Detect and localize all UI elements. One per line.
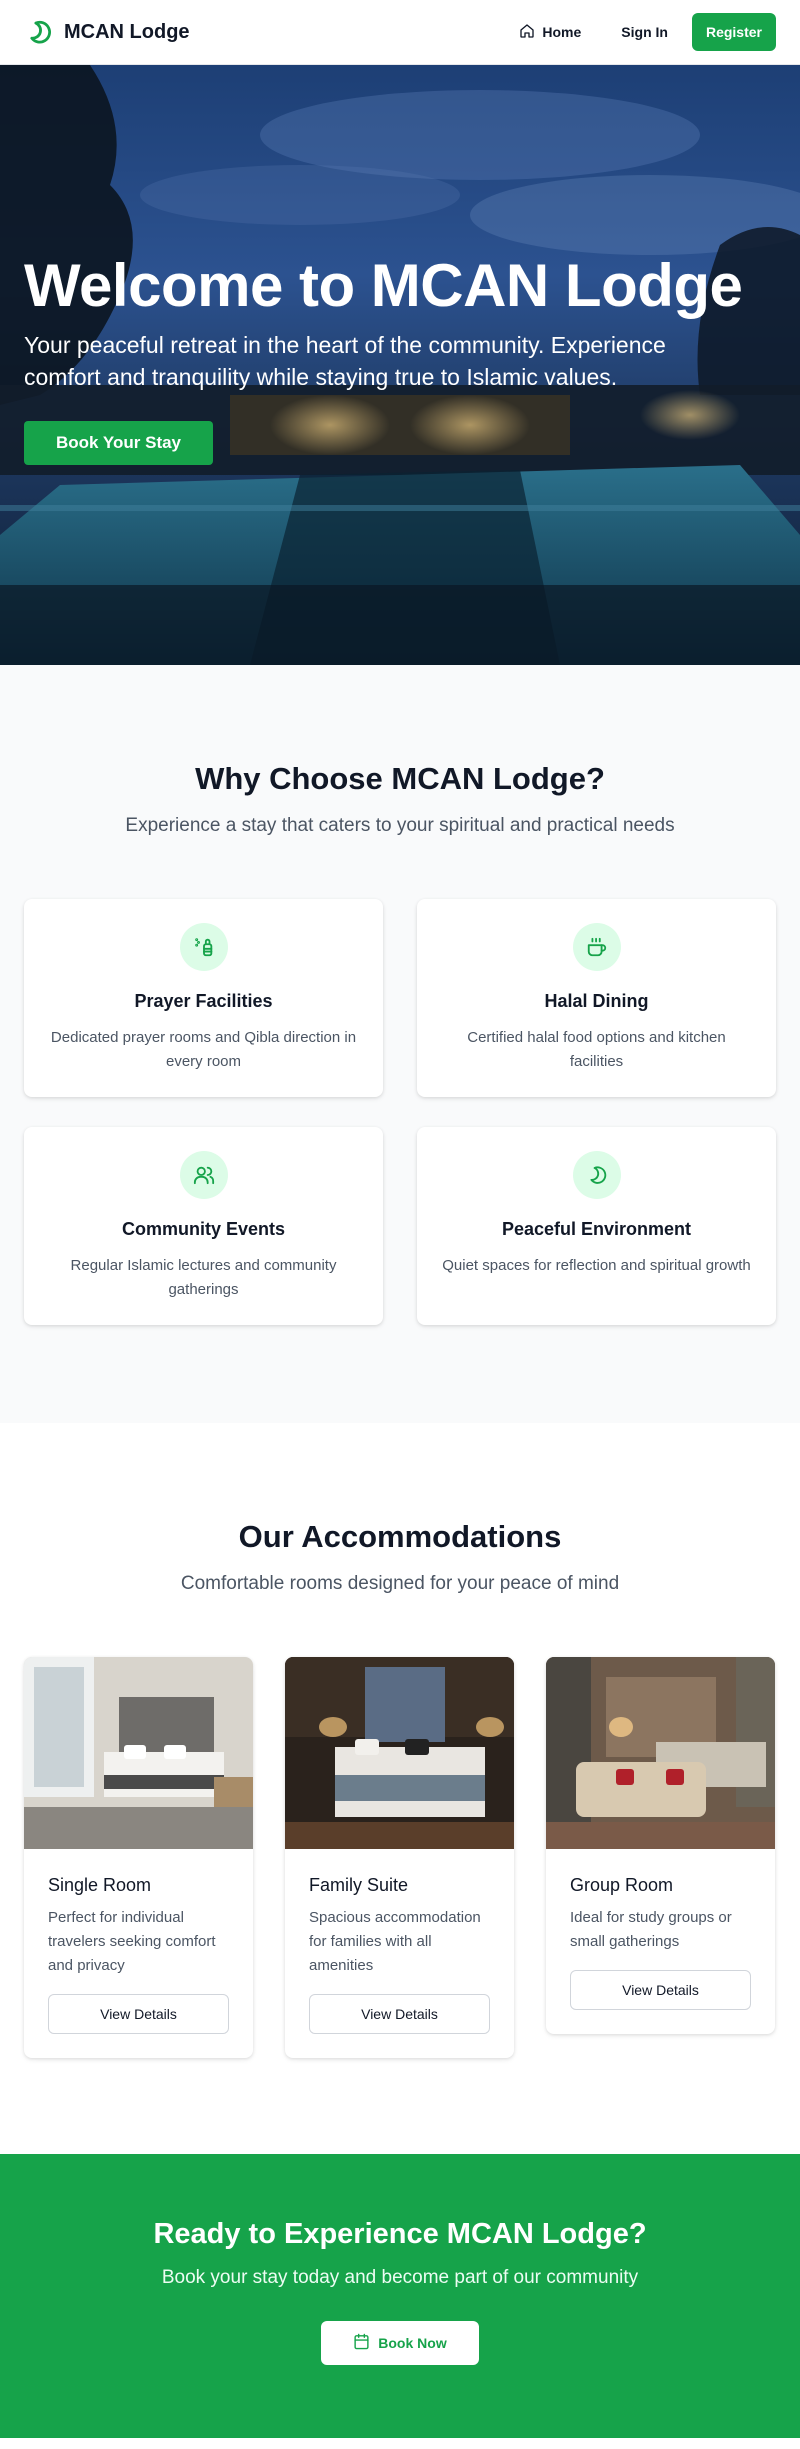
accommodations-title: Our Accommodations	[238, 1519, 562, 1554]
room-title: Group Room	[570, 1875, 674, 1895]
prayer-beads-icon	[179, 923, 228, 971]
cta-section: Ready to Experience MCAN Lodge? Book you…	[0, 2154, 800, 2438]
feature-title: Peaceful Environment	[501, 1219, 692, 1239]
feature-title: Halal Dining	[544, 991, 649, 1011]
feature-card-peaceful-environment: Peaceful Environment Quiet spaces for re…	[417, 1127, 776, 1325]
moon-icon	[572, 1151, 621, 1199]
room-card-group: Group Room Ideal for study groups or sma…	[546, 1657, 775, 2034]
nav-actions: Home Sign In Register	[503, 13, 776, 51]
features-title: Why Choose MCAN Lodge?	[195, 761, 605, 796]
features-section: Why Choose MCAN Lodge? Experience a stay…	[0, 665, 800, 1423]
feature-card-halal-dining: Halal Dining Certified halal food option…	[417, 899, 776, 1097]
features-grid: Prayer Facilities Dedicated prayer rooms…	[24, 899, 776, 1325]
room-body: Family Suite Spacious accommodation for …	[285, 1849, 514, 2058]
feature-description: Quiet spaces for reflection and spiritua…	[442, 1257, 751, 1274]
feature-title: Prayer Facilities	[134, 991, 273, 1011]
feature-description: Certified halal food options and kitchen…	[467, 1029, 726, 1070]
feature-card-prayer-facilities: Prayer Facilities Dedicated prayer rooms…	[24, 899, 383, 1097]
book-your-stay-button[interactable]: Book Your Stay	[24, 421, 214, 466]
register-button[interactable]: Register	[691, 13, 776, 51]
room-card-single: Single Room Perfect for individual trave…	[24, 1657, 253, 2058]
room-image	[285, 1657, 514, 1849]
room-image	[546, 1657, 775, 1849]
view-details-button[interactable]: View Details	[309, 1994, 490, 2034]
feature-title: Community Events	[121, 1219, 286, 1239]
room-description: Perfect for individual travelers seeking…	[48, 1909, 216, 1974]
features-subtitle: Experience a stay that caters to your sp…	[125, 815, 675, 836]
view-details-button[interactable]: View Details	[570, 1970, 751, 2010]
view-details-button[interactable]: View Details	[48, 1994, 229, 2034]
feature-description: Regular Islamic lectures and community g…	[70, 1257, 337, 1298]
nav-home-link[interactable]: Home	[503, 13, 597, 51]
feature-description: Dedicated prayer rooms and Qibla directi…	[50, 1029, 357, 1070]
hero-section: Welcome to MCAN Lodge Your peaceful retr…	[0, 65, 800, 665]
room-title: Single Room	[48, 1875, 152, 1895]
top-navbar: MCAN Lodge Home Sign In Register	[0, 0, 800, 65]
crescent-moon-icon	[24, 17, 54, 47]
cta-subtitle: Book your stay today and become part of …	[161, 2267, 639, 2288]
book-now-button[interactable]: Book Now	[321, 2321, 479, 2365]
users-icon	[179, 1151, 228, 1199]
cta-title: Ready to Experience MCAN Lodge?	[153, 2218, 647, 2250]
coffee-cup-icon	[572, 923, 621, 971]
room-title: Family Suite	[309, 1875, 409, 1895]
brand[interactable]: MCAN Lodge	[24, 17, 190, 47]
calendar-icon	[353, 2333, 370, 2353]
feature-card-community-events: Community Events Regular Islamic lecture…	[24, 1127, 383, 1325]
accommodations-subtitle: Comfortable rooms designed for your peac…	[180, 1573, 620, 1594]
room-image	[24, 1657, 253, 1849]
hero-subtitle: Your peaceful retreat in the heart of th…	[24, 332, 666, 391]
room-card-family-suite: Family Suite Spacious accommodation for …	[285, 1657, 514, 2058]
hero-title: Welcome to MCAN Lodge	[24, 252, 743, 319]
nav-home-label: Home	[542, 24, 582, 40]
room-body: Group Room Ideal for study groups or sma…	[546, 1849, 775, 2034]
hero-content: Welcome to MCAN Lodge Your peaceful retr…	[24, 252, 776, 466]
brand-name: MCAN Lodge	[64, 20, 190, 43]
sign-in-link[interactable]: Sign In	[605, 13, 684, 51]
room-description: Spacious accommodation for families with…	[309, 1909, 481, 1974]
book-now-label: Book Now	[378, 2335, 447, 2351]
rooms-grid: Single Room Perfect for individual trave…	[24, 1657, 776, 2058]
accommodations-section: Our Accommodations Comfortable rooms des…	[0, 1423, 800, 2154]
room-description: Ideal for study groups or small gatherin…	[570, 1909, 732, 1950]
room-body: Single Room Perfect for individual trave…	[24, 1849, 253, 2058]
home-icon	[519, 23, 535, 42]
